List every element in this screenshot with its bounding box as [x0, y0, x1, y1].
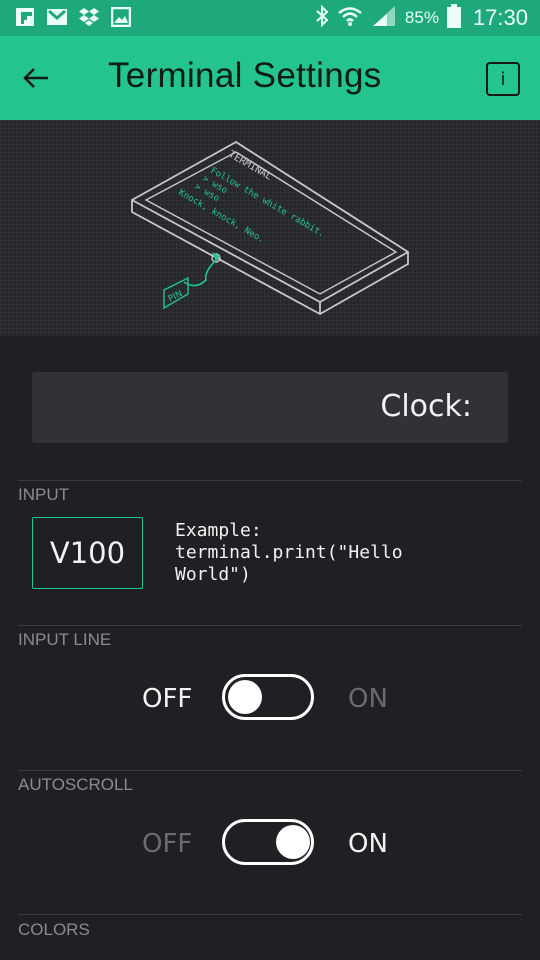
flipboard-icon: [14, 6, 36, 28]
info-button[interactable]: i: [486, 62, 520, 96]
bluetooth-icon: [315, 4, 329, 31]
input-line-off-label: OFF: [142, 684, 193, 714]
toggle-knob: [276, 825, 310, 859]
dropbox-icon: [78, 6, 100, 28]
app-bar: Terminal Settings i: [0, 36, 540, 120]
toggle-knob: [228, 680, 262, 714]
terminal-device-icon: [131, 140, 409, 316]
terminal-illustration: TERMINAL Follow the white rabbit. > wso …: [0, 120, 540, 336]
example-code-text: Example: terminal.print("Hello World"): [175, 520, 403, 585]
divider: [18, 914, 522, 915]
widget-name-value: Clock:: [380, 389, 472, 424]
autoscroll-off-label: OFF: [142, 829, 193, 859]
colors-section-label: COLORS: [18, 920, 90, 939]
input-section-label: INPUT: [18, 485, 69, 504]
signal-icon: [371, 5, 397, 31]
battery-percent: 85%: [404, 8, 439, 27]
clock-time: 17:30: [472, 5, 528, 30]
input-line-on-label: ON: [348, 684, 388, 714]
input-line-switch-row: OFF ON: [0, 674, 540, 724]
autoscroll-label: AUTOSCROLL: [18, 775, 133, 794]
status-bar: 85% 17:30: [0, 0, 540, 36]
input-line-toggle[interactable]: [222, 674, 314, 720]
widget-name-field[interactable]: Clock:: [32, 372, 508, 443]
system-icons: 85% 17:30: [315, 4, 528, 32]
input-line-label: INPUT LINE: [18, 630, 112, 649]
notification-icons: [14, 6, 132, 28]
pin-select-button[interactable]: V100: [32, 517, 143, 589]
gallery-icon: [110, 6, 132, 28]
battery-icon: [446, 4, 461, 32]
illustration-pin-label: PIN: [167, 289, 185, 305]
gmail-icon: [46, 6, 68, 28]
back-button[interactable]: [18, 60, 54, 96]
arrow-left-icon: [23, 68, 48, 88]
wifi-icon: [337, 5, 363, 31]
autoscroll-on-label: ON: [348, 829, 388, 859]
divider: [18, 770, 522, 771]
autoscroll-switch-row: OFF ON: [0, 819, 540, 869]
autoscroll-toggle[interactable]: [222, 819, 314, 865]
page-title: Terminal Settings: [108, 56, 382, 95]
divider: [18, 480, 522, 481]
divider: [18, 625, 522, 626]
